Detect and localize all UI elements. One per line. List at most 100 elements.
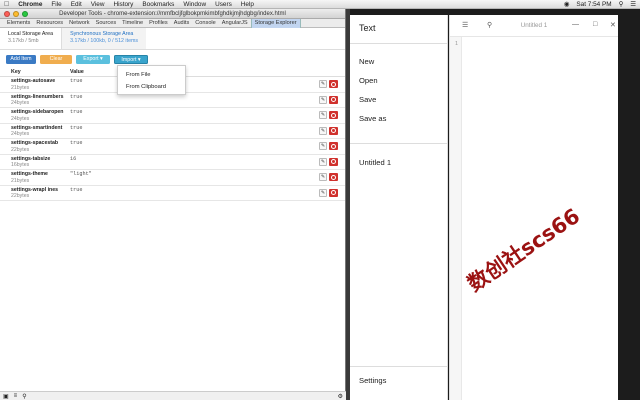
tab-network[interactable]: Network [66,19,93,28]
table-row[interactable]: settings-tabsize 16bytes 16 ✎ [0,155,345,170]
table-row[interactable]: settings-wrapl ines 22bytes true ✎ [0,186,345,201]
table-row[interactable]: settings-sidebaropen 24bytes true ✎ [0,108,345,124]
devtools-tabs: Elements Resources Network Sources Timel… [0,18,345,28]
row-value: true [70,124,83,131]
row-size: 16bytes [11,162,30,168]
row-value: true [70,93,83,100]
edit-icon[interactable]: ✎ [319,111,327,119]
row-value: 16 [70,155,77,162]
sidebar-item-save-as[interactable]: Save as [359,114,386,123]
sidebar-item-open[interactable]: Open [359,76,378,85]
file-item-untitled-1[interactable]: Untitled 1 [359,158,391,167]
row-key: settings-autosave [11,78,56,84]
row-value: true [70,140,83,146]
devtools-statusbar: ▣ ≡ ⚲ ⚙ [0,391,346,400]
close-icon[interactable]: ✕ [610,21,616,29]
menu-view[interactable]: View [91,1,105,8]
clock[interactable]: Sat 7:54 PM [576,1,611,8]
gear-icon[interactable]: ⚙ [338,393,343,400]
search-icon[interactable]: ⚲ [22,393,26,400]
row-key: settings-tabsize [11,155,51,162]
tab-local-storage[interactable]: Local Storage Area 3.17kb / 5mb [0,28,63,49]
delete-icon[interactable] [329,126,338,135]
minimize-icon[interactable]: — [572,21,579,28]
import-from-clipboard[interactable]: From Clipboard [118,81,185,93]
tab-elements[interactable]: Elements [4,19,33,28]
row-size: 22bytes [11,193,30,199]
delete-icon[interactable] [329,142,338,150]
export-button[interactable]: Export ▾ [76,55,110,64]
add-item-button[interactable]: Add Item [6,55,36,64]
line-number-gutter: 1 [450,37,462,400]
tab-sources[interactable]: Sources [93,19,120,28]
menu-file[interactable]: File [51,1,61,8]
menu-window[interactable]: Window [183,1,206,8]
tab-timeline[interactable]: Timeline [119,19,146,28]
storage-area-tabs: Local Storage Area 3.17kb / 5mb Synchron… [0,28,345,50]
tab-console[interactable]: Console [192,19,219,28]
row-size: 21bytes [11,84,30,91]
sync-storage-title: Synchronous Storage Area [70,31,134,37]
menu-users[interactable]: Users [215,1,232,8]
sidebar-item-new[interactable]: New [359,57,374,66]
list-icon[interactable]: ☰ [630,0,636,8]
local-storage-usage: 3.17kb / 5mb [8,38,39,44]
edit-icon[interactable]: ✎ [319,173,327,181]
delete-icon[interactable] [329,157,338,166]
sidebar-item-settings[interactable]: Settings [359,376,386,385]
row-key: settings-theme [11,171,48,177]
row-size: 24bytes [11,115,30,122]
tab-resources[interactable]: Resources [33,19,66,28]
delete-icon[interactable] [329,95,338,104]
row-size: 24bytes [11,100,30,106]
edit-icon[interactable]: ✎ [319,95,327,104]
edit-icon[interactable]: ✎ [319,142,327,150]
edit-icon[interactable]: ✎ [319,126,327,135]
edit-icon[interactable]: ✎ [319,80,327,88]
sidebar-item-save[interactable]: Save [359,95,376,104]
table-row[interactable]: settings-spacestab 22bytes true ✎ [0,139,345,155]
menu-app-chrome[interactable]: Chrome [18,1,42,8]
tab-sync-storage[interactable]: Synchronous Storage Area 3.17kb / 100kb,… [62,28,147,49]
editor-header: ☰ ⚲ Untitled 1 — □ ✕ [450,15,618,37]
console-drawer-icon[interactable]: ≡ [14,393,18,399]
menu-bar:  Chrome File Edit View History Bookmark… [0,0,640,9]
row-value: true [70,186,83,193]
menu-help[interactable]: Help [241,1,254,8]
delete-icon[interactable] [329,111,338,119]
tab-angularjs[interactable]: AngularJS [219,19,251,28]
menu-edit[interactable]: Edit [71,1,82,8]
divider [350,366,448,367]
dock-icon[interactable]: ▣ [3,393,9,400]
sync-storage-usage: 3.17kb / 100kb, 0 / 512 items [70,38,139,44]
tab-profiles[interactable]: Profiles [146,19,171,28]
divider [350,143,448,144]
delete-icon[interactable] [329,188,338,197]
tab-audits[interactable]: Audits [171,19,193,28]
local-storage-title: Local Storage Area [8,31,54,37]
edit-icon[interactable]: ✎ [319,157,327,166]
search-icon[interactable]: ⚲ [619,0,624,8]
row-size: 22bytes [11,146,30,153]
clear-button[interactable]: Clear [40,55,72,64]
row-key: settings-linenumbers [11,93,64,100]
menu-history[interactable]: History [113,1,133,8]
delete-icon[interactable] [329,80,338,88]
table-row[interactable]: settings-smartindent 24bytes true ✎ [0,124,345,139]
apple-menu-icon[interactable]:  [4,1,9,8]
import-dropdown-menu: From File From Clipboard [117,65,186,95]
divider [350,43,448,44]
tab-storage-explorer[interactable]: Storage Explorer [250,18,301,28]
wifi-icon[interactable]: ◉ [564,0,570,8]
import-from-file[interactable]: From File [118,69,185,81]
menu-bookmarks[interactable]: Bookmarks [142,1,174,8]
value-column-header: Value [70,69,84,75]
devtools-titlebar: Developer Tools - chrome-extension://mmf… [0,9,345,19]
import-button[interactable]: Import ▾ [114,55,148,64]
devtools-title: Developer Tools - chrome-extension://mmf… [59,10,286,17]
maximize-icon[interactable]: □ [593,21,597,28]
table-row[interactable]: settings-theme 21bytes "light" ✎ [0,170,345,186]
edit-icon[interactable]: ✎ [319,188,327,197]
delete-icon[interactable] [329,173,338,181]
row-key: settings-sidebaropen [11,109,64,115]
